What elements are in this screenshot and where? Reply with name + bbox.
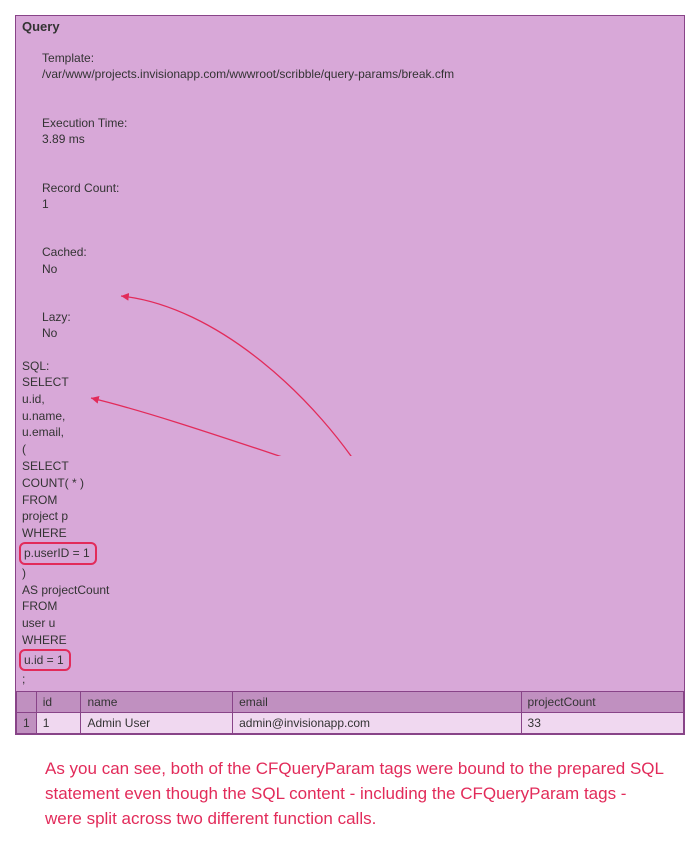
col-projectcount: projectCount — [521, 692, 683, 713]
cell-email: admin@invisionapp.com — [233, 713, 521, 734]
highlight-box: p.userID = 1 — [19, 542, 97, 565]
sql-line: WHERE — [22, 632, 678, 649]
sql-line-highlight-2: u.id = 1 — [22, 649, 678, 672]
meta-template-value: /var/www/projects.invisionapp.com/wwwroo… — [42, 67, 454, 81]
meta-lazy-value: No — [42, 326, 57, 340]
meta-lazy: Lazy: No — [22, 293, 678, 358]
meta-exec-value: 3.89 ms — [42, 132, 85, 146]
meta-exec-label: Execution Time: — [42, 116, 127, 130]
sql-line: FROM — [22, 598, 678, 615]
meta-cached-value: No — [42, 262, 57, 276]
col-name: name — [81, 692, 233, 713]
query-debug-panel: Query Template: /var/www/projects.invisi… — [15, 15, 685, 735]
sql-block: SELECT u.id, u.name, u.email, ( SELECT C… — [16, 374, 684, 691]
result-table: id name email projectCount 1 1 Admin Use… — [16, 691, 684, 734]
meta-exec: Execution Time: 3.89 ms — [22, 99, 678, 164]
query-meta-block: Template: /var/www/projects.invisionapp.… — [16, 34, 684, 374]
meta-count: Record Count: 1 — [22, 164, 678, 229]
sql-line: COUNT( * ) — [22, 475, 678, 492]
meta-lazy-label: Lazy: — [42, 310, 71, 324]
sql-line: FROM — [22, 492, 678, 509]
sql-line: u.email, — [22, 424, 678, 441]
table-header-row: id name email projectCount — [17, 692, 684, 713]
sql-line: project p — [22, 508, 678, 525]
cell-name: Admin User — [81, 713, 233, 734]
cell-projectcount: 33 — [521, 713, 683, 734]
meta-cached: Cached: No — [22, 228, 678, 293]
meta-count-value: 1 — [42, 197, 49, 211]
annotation-text: As you can see, both of the CFQueryParam… — [45, 757, 665, 831]
meta-template: Template: /var/www/projects.invisionapp.… — [22, 34, 678, 99]
meta-template-label: Template: — [42, 51, 94, 65]
meta-cached-label: Cached: — [42, 245, 87, 259]
sql-line: ; — [22, 671, 678, 688]
sql-line: ) — [22, 565, 678, 582]
cell-rownum: 1 — [17, 713, 37, 734]
sql-line: u.id, — [22, 391, 678, 408]
panel-title: Query — [16, 16, 684, 34]
cell-id: 1 — [36, 713, 81, 734]
sql-line: u.name, — [22, 408, 678, 425]
highlight-box: u.id = 1 — [19, 649, 71, 672]
sql-line-highlight-1: p.userID = 1 — [22, 542, 678, 565]
col-rownum — [17, 692, 37, 713]
sql-line: WHERE — [22, 525, 678, 542]
sql-line: AS projectCount — [22, 582, 678, 599]
sql-line: user u — [22, 615, 678, 632]
meta-sql-label: SQL: — [22, 358, 678, 374]
table-row: 1 1 Admin User admin@invisionapp.com 33 — [17, 713, 684, 734]
sql-line: SELECT — [22, 374, 678, 391]
meta-count-label: Record Count: — [42, 181, 119, 195]
sql-line: ( — [22, 441, 678, 458]
sql-line: SELECT — [22, 458, 678, 475]
col-id: id — [36, 692, 81, 713]
col-email: email — [233, 692, 521, 713]
